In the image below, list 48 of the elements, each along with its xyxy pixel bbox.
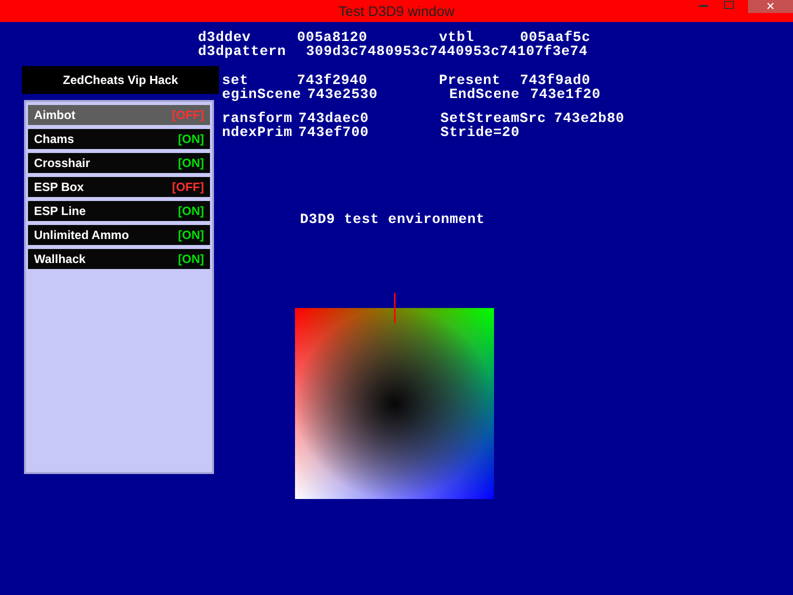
debug-label: SetStreamSrc (440, 112, 548, 126)
toggle-status: [OFF] (172, 180, 204, 194)
debug-label: d3dpattern (198, 45, 288, 59)
debug-label: ransform (222, 112, 294, 126)
debug-value: 743e1f20 (530, 88, 601, 102)
debug-value: 743e2b80 (554, 112, 624, 126)
menu-item[interactable]: Chams [ON] (28, 129, 210, 149)
debug-value: 005a8120 (297, 31, 368, 45)
item-label: Aimbot (34, 108, 76, 122)
window-title: Test D3D9 window (338, 3, 454, 19)
item-label: ESP Line (34, 204, 86, 218)
item-label: ESP Box (34, 180, 84, 194)
debug-label: Stride=20 (440, 126, 521, 140)
toggle-status: [ON] (178, 132, 204, 146)
debug-label: d3ddev (198, 31, 251, 45)
item-label: Unlimited Ammo (34, 228, 129, 242)
toggle-status: [OFF] (172, 108, 204, 122)
toggle-status: [ON] (178, 204, 204, 218)
scene-caption: D3D9 test environment (300, 212, 485, 228)
toggle-status: [ON] (178, 252, 204, 266)
debug-label: eginScene (222, 88, 302, 102)
menu-item[interactable]: Crosshair [ON] (28, 153, 210, 173)
debug-value: 743f2940 (297, 74, 368, 88)
debug-label: vtbl (439, 31, 474, 45)
debug-value: 743f9ad0 (520, 74, 590, 88)
toggle-status: [ON] (178, 156, 204, 170)
debug-label: ndexPrim (222, 126, 294, 140)
debug-value: 743daec0 (298, 112, 370, 126)
menu-item[interactable]: Wallhack [ON] (28, 249, 210, 269)
menu-title: ZedCheats Vip Hack (22, 66, 219, 94)
menu-item[interactable]: ESP Line [ON] (28, 201, 210, 221)
item-label: Wallhack (34, 252, 86, 266)
item-label: Chams (34, 132, 74, 146)
menu-item[interactable]: ESP Box [OFF] (28, 177, 210, 197)
maximize-icon[interactable] (724, 1, 734, 9)
close-button[interactable]: ✕ (748, 0, 793, 13)
debug-label: set (222, 74, 248, 88)
item-label: Crosshair (34, 156, 90, 170)
debug-value: 743e2530 (307, 88, 379, 102)
toggle-status: [ON] (178, 228, 204, 242)
debug-label: Present (439, 74, 501, 88)
debug-value: 743ef700 (298, 126, 370, 140)
menu-item[interactable]: Unlimited Ammo [ON] (28, 225, 210, 245)
debug-value: 005aaf5c (520, 31, 590, 45)
marker-line (394, 293, 396, 323)
menu-item[interactable]: Aimbot [OFF] (28, 105, 210, 125)
debug-value: 309d3c7480953c7440953c74107f3e74 (306, 45, 588, 59)
debug-label: EndScene (449, 88, 521, 102)
